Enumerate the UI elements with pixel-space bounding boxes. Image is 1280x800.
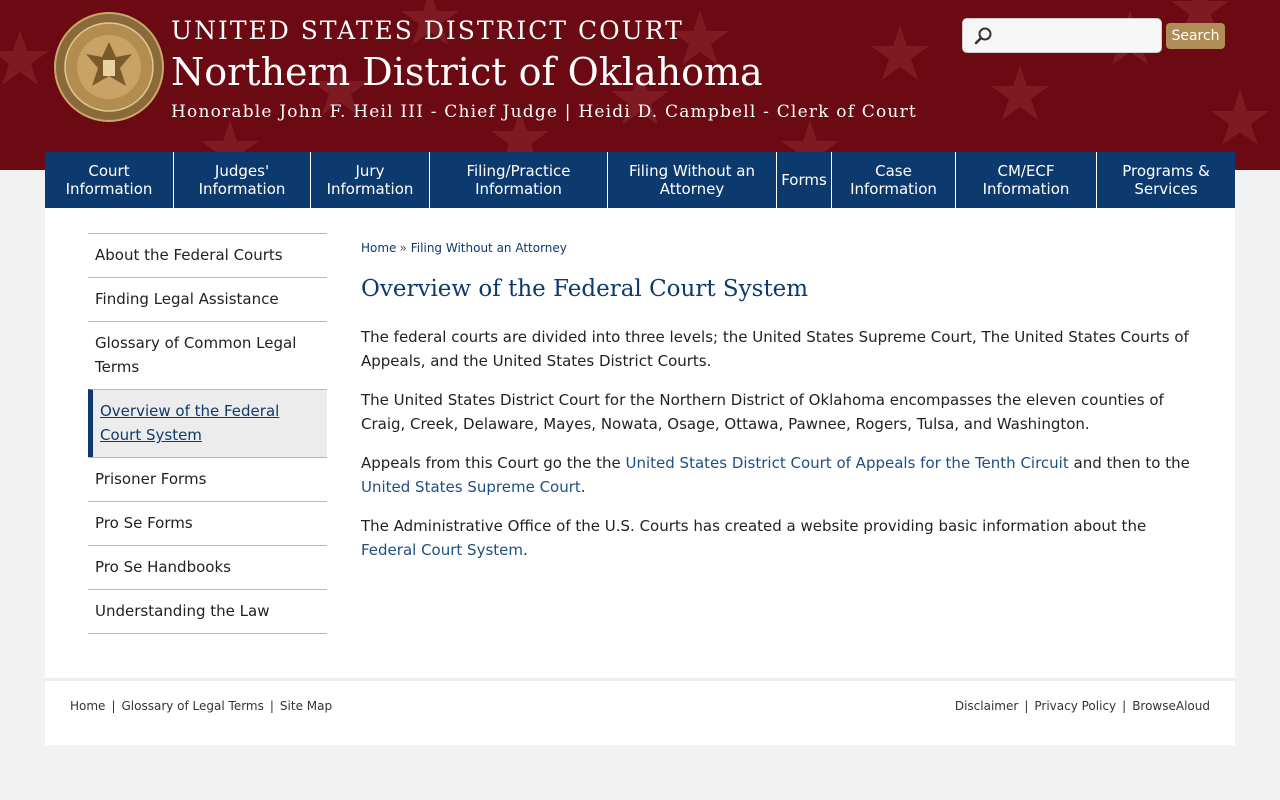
main-nav: Court Information Judges' Information Ju…: [45, 152, 1235, 208]
link-federal-court-system[interactable]: Federal Court System: [361, 541, 523, 559]
nav-filing-without-an-attorney[interactable]: Filing Without an Attorney: [608, 152, 777, 208]
court-district-title[interactable]: Northern District of Oklahoma: [171, 50, 763, 94]
search-icon: [974, 27, 992, 45]
search-input[interactable]: [997, 23, 1157, 48]
footer-link-glossary[interactable]: Glossary of Legal Terms: [121, 699, 263, 713]
breadcrumb-current[interactable]: Filing Without an Attorney: [411, 241, 567, 255]
court-name-top: UNITED STATES DISTRICT COURT: [171, 16, 684, 45]
sidebar-item-glossary[interactable]: Glossary of Common Legal Terms: [88, 321, 327, 389]
footer-right-links: Disclaimer | Privacy Policy | BrowseAloud: [955, 699, 1210, 713]
breadcrumb-home[interactable]: Home: [361, 241, 396, 255]
admin-text-a: The Administrative Office of the U.S. Co…: [361, 517, 1147, 535]
nav-court-information[interactable]: Court Information: [45, 152, 174, 208]
search-box: [962, 18, 1162, 53]
footer: Home | Glossary of Legal Terms | Site Map Di…: [45, 678, 1235, 745]
footer-link-privacy-policy[interactable]: Privacy Policy: [1034, 699, 1116, 713]
sidebar-item-about-federal-courts[interactable]: About the Federal Courts: [88, 233, 327, 277]
appeals-text-c: .: [580, 478, 586, 496]
sidebar-item-pro-se-forms[interactable]: Pro Se Forms: [88, 501, 327, 545]
sidebar-item-overview-federal-court-system[interactable]: Overview of the Federal Court System: [88, 389, 327, 457]
link-tenth-circuit[interactable]: United States District Court of Appeals …: [626, 454, 1069, 472]
appeals-text-a: Appeals from this Court go the the: [361, 454, 626, 472]
main-content: Home» Filing Without an Attorney Overview…: [361, 241, 1191, 562]
search-button[interactable]: Search: [1166, 23, 1225, 49]
paragraph-admin-office: The Administrative Office of the U.S. Co…: [361, 514, 1191, 562]
footer-link-disclaimer[interactable]: Disclaimer: [955, 699, 1018, 713]
footer-left-links: Home | Glossary of Legal Terms | Site Map: [70, 699, 332, 713]
court-seal-icon[interactable]: [54, 12, 164, 122]
paragraph-court-levels: The federal courts are divided into thre…: [361, 328, 1189, 370]
admin-text-b: .: [523, 541, 528, 559]
sidebar-item-finding-legal-assistance[interactable]: Finding Legal Assistance: [88, 277, 327, 321]
paragraph-appeals: Appeals from this Court go the the Unite…: [361, 451, 1191, 499]
nav-cm-ecf-information[interactable]: CM/ECF Information: [956, 152, 1097, 208]
footer-separator: |: [1122, 699, 1127, 713]
site-header: UNITED STATES DISTRICT COURT Northern Di…: [0, 0, 1280, 170]
footer-link-site-map[interactable]: Site Map: [280, 699, 332, 713]
footer-separator: |: [269, 699, 274, 713]
content-panel: About the Federal Courts Finding Legal A…: [45, 208, 1235, 745]
nav-forms[interactable]: Forms: [777, 152, 832, 208]
footer-link-home[interactable]: Home: [70, 699, 105, 713]
paragraph-district-counties: The United States District Court for the…: [361, 391, 1164, 433]
nav-case-information[interactable]: Case Information: [832, 152, 956, 208]
page-title: Overview of the Federal Court System: [361, 276, 809, 302]
sidebar-item-understanding-the-law[interactable]: Understanding the Law: [88, 589, 327, 634]
footer-separator: |: [1024, 699, 1029, 713]
appeals-text-b: and then to the: [1068, 454, 1190, 472]
breadcrumb-separator: »: [399, 241, 407, 255]
sidebar-item-pro-se-handbooks[interactable]: Pro Se Handbooks: [88, 545, 327, 589]
sidebar-nav: About the Federal Courts Finding Legal A…: [88, 233, 327, 634]
nav-programs-services[interactable]: Programs & Services: [1097, 152, 1235, 208]
nav-judges-information[interactable]: Judges' Information: [174, 152, 311, 208]
footer-link-browsealoud[interactable]: BrowseAloud: [1132, 699, 1210, 713]
nav-jury-information[interactable]: Jury Information: [311, 152, 430, 208]
court-officials-subtitle: Honorable John F. Heil III - Chief Judge…: [171, 102, 917, 122]
link-supreme-court[interactable]: United States Supreme Court: [361, 478, 581, 496]
sidebar-item-prisoner-forms[interactable]: Prisoner Forms: [88, 457, 327, 501]
nav-filing-practice-information[interactable]: Filing/Practice Information: [430, 152, 608, 208]
footer-separator: |: [111, 699, 116, 713]
breadcrumb: Home» Filing Without an Attorney: [361, 241, 1191, 255]
